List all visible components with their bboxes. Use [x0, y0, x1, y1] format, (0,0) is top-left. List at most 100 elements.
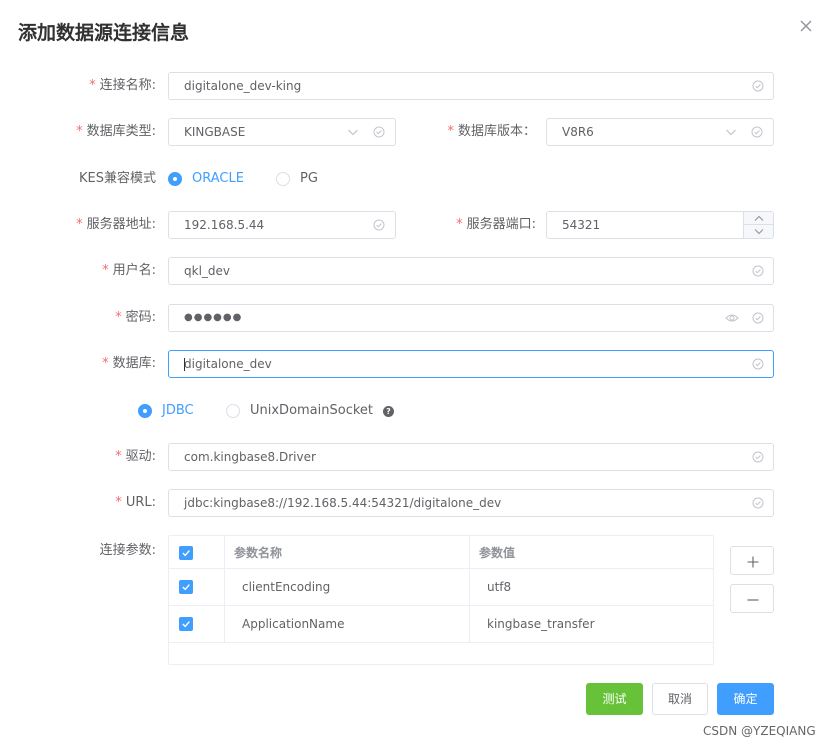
host-input-value: 192.168.5.44 [184, 218, 265, 232]
params-table: 参数名称 参数值 clientEncoding utf8 Application… [168, 535, 714, 665]
radio-dot [226, 404, 240, 418]
param-value-cell[interactable]: utf8 [487, 569, 511, 605]
required-mark: * [115, 449, 122, 464]
driver-input[interactable]: com.kingbase8.Driver [168, 443, 774, 471]
required-mark: * [102, 356, 109, 371]
port-label-text: 服务器端口: [466, 217, 536, 232]
radio-pg[interactable]: PG [276, 169, 336, 189]
radio-jdbc[interactable]: JDBC [138, 401, 208, 421]
params-label: 连接参数: [99, 543, 156, 558]
row-checkbox[interactable] [179, 617, 193, 631]
db-type-value: KINGBASE [184, 125, 246, 139]
add-param-button[interactable] [730, 546, 774, 575]
column-header-value: 参数值 [479, 545, 516, 560]
database-input-value: digitalone_dev [184, 357, 272, 371]
port-stepper [743, 212, 773, 238]
column-divider [469, 536, 470, 568]
table-header: 参数名称 参数值 [169, 536, 713, 569]
db-version-label: * 数据库版本： [420, 118, 536, 146]
database-input[interactable]: digitalone_dev [168, 350, 774, 378]
url-label: * URL: [40, 489, 156, 517]
host-label: * 服务器地址: [40, 211, 156, 239]
minus-icon [747, 599, 759, 601]
password-input[interactable]: ●●●●●● [168, 304, 774, 332]
radio-oracle-label: ORACLE [192, 171, 244, 186]
username-label-text: 用户名: [112, 263, 156, 278]
radio-unix-socket[interactable]: UnixDomainSocket [226, 401, 386, 421]
db-type-label: * 数据库类型: [40, 118, 156, 146]
required-mark: * [76, 124, 83, 139]
required-mark: * [456, 217, 463, 232]
database-label-text: 数据库: [112, 356, 156, 371]
name-input-value: digitalone_dev-king [184, 79, 302, 93]
db-version-select[interactable]: V8R6 [546, 118, 774, 146]
column-header-name: 参数名称 [234, 545, 283, 560]
name-label: * 连接名称: [40, 72, 156, 100]
password-label: * 密码: [40, 304, 156, 332]
column-divider [224, 569, 225, 605]
param-name-cell[interactable]: clientEncoding [242, 569, 330, 605]
name-label-text: 连接名称: [99, 78, 156, 93]
decrease-button[interactable] [744, 225, 773, 238]
radio-pg-label: PG [300, 171, 318, 186]
kes-mode-label: KES兼容模式 [79, 171, 156, 186]
radio-oracle[interactable]: ORACLE [168, 169, 258, 189]
cancel-button[interactable]: 取消 [652, 683, 708, 715]
db-type-select[interactable]: KINGBASE [168, 118, 396, 146]
remove-param-button[interactable] [730, 584, 774, 613]
increase-button[interactable] [744, 212, 773, 225]
watermark: CSDN @YZEQIANG [703, 724, 816, 738]
db-version-label-text: 数据库版本： [457, 124, 536, 139]
circle-check-icon [752, 451, 764, 463]
required-mark: * [447, 124, 454, 139]
driver-label-text: 驱动: [125, 449, 156, 464]
close-icon[interactable] [797, 17, 815, 35]
param-name-cell[interactable]: ApplicationName [242, 606, 344, 642]
port-label: * 服务器端口: [420, 211, 536, 239]
radio-dot [138, 404, 152, 418]
db-type-label-text: 数据库类型: [86, 124, 156, 139]
text-caret [184, 358, 185, 371]
radio-dot [168, 172, 182, 186]
circle-check-icon [752, 497, 764, 509]
chevron-down-icon[interactable] [725, 126, 737, 138]
port-input[interactable]: 54321 [546, 211, 774, 239]
table-row: ApplicationName kingbase_transfer [169, 606, 713, 643]
password-input-value: ●●●●●● [184, 312, 243, 323]
circle-check-icon [373, 219, 385, 231]
circle-check-icon [752, 80, 764, 92]
column-divider [469, 569, 470, 605]
circle-check-icon [752, 358, 764, 370]
param-value-cell[interactable]: kingbase_transfer [487, 606, 595, 642]
circle-check-icon [373, 126, 385, 138]
username-input-value: qkl_dev [184, 264, 231, 278]
row-checkbox[interactable] [179, 580, 193, 594]
name-input[interactable]: digitalone_dev-king [168, 72, 774, 100]
test-button[interactable]: 测试 [586, 683, 643, 715]
radio-unix-socket-label: UnixDomainSocket [250, 403, 374, 418]
question-circle-icon[interactable]: ? [383, 406, 394, 417]
database-label: * 数据库: [40, 350, 156, 378]
db-version-value: V8R6 [562, 125, 594, 139]
username-label: * 用户名: [40, 257, 156, 285]
confirm-button[interactable]: 确定 [717, 683, 774, 715]
required-mark: * [115, 495, 122, 510]
required-mark: * [102, 263, 109, 278]
radio-dot [276, 172, 290, 186]
circle-check-icon [752, 265, 764, 277]
required-mark: * [76, 217, 83, 232]
select-all-checkbox[interactable] [179, 546, 193, 560]
url-input-value: jdbc:kingbase8://192.168.5.44:54321/digi… [184, 496, 502, 510]
host-input[interactable]: 192.168.5.44 [168, 211, 396, 239]
url-input[interactable]: jdbc:kingbase8://192.168.5.44:54321/digi… [168, 489, 774, 517]
radio-jdbc-label: JDBC [162, 403, 194, 418]
circle-check-icon [752, 312, 764, 324]
column-divider [469, 606, 470, 642]
eye-icon[interactable] [725, 312, 739, 324]
column-divider [224, 606, 225, 642]
driver-label: * 驱动: [40, 443, 156, 471]
plus-icon [747, 556, 759, 568]
circle-check-icon [751, 126, 763, 138]
username-input[interactable]: qkl_dev [168, 257, 774, 285]
chevron-down-icon[interactable] [347, 126, 359, 138]
